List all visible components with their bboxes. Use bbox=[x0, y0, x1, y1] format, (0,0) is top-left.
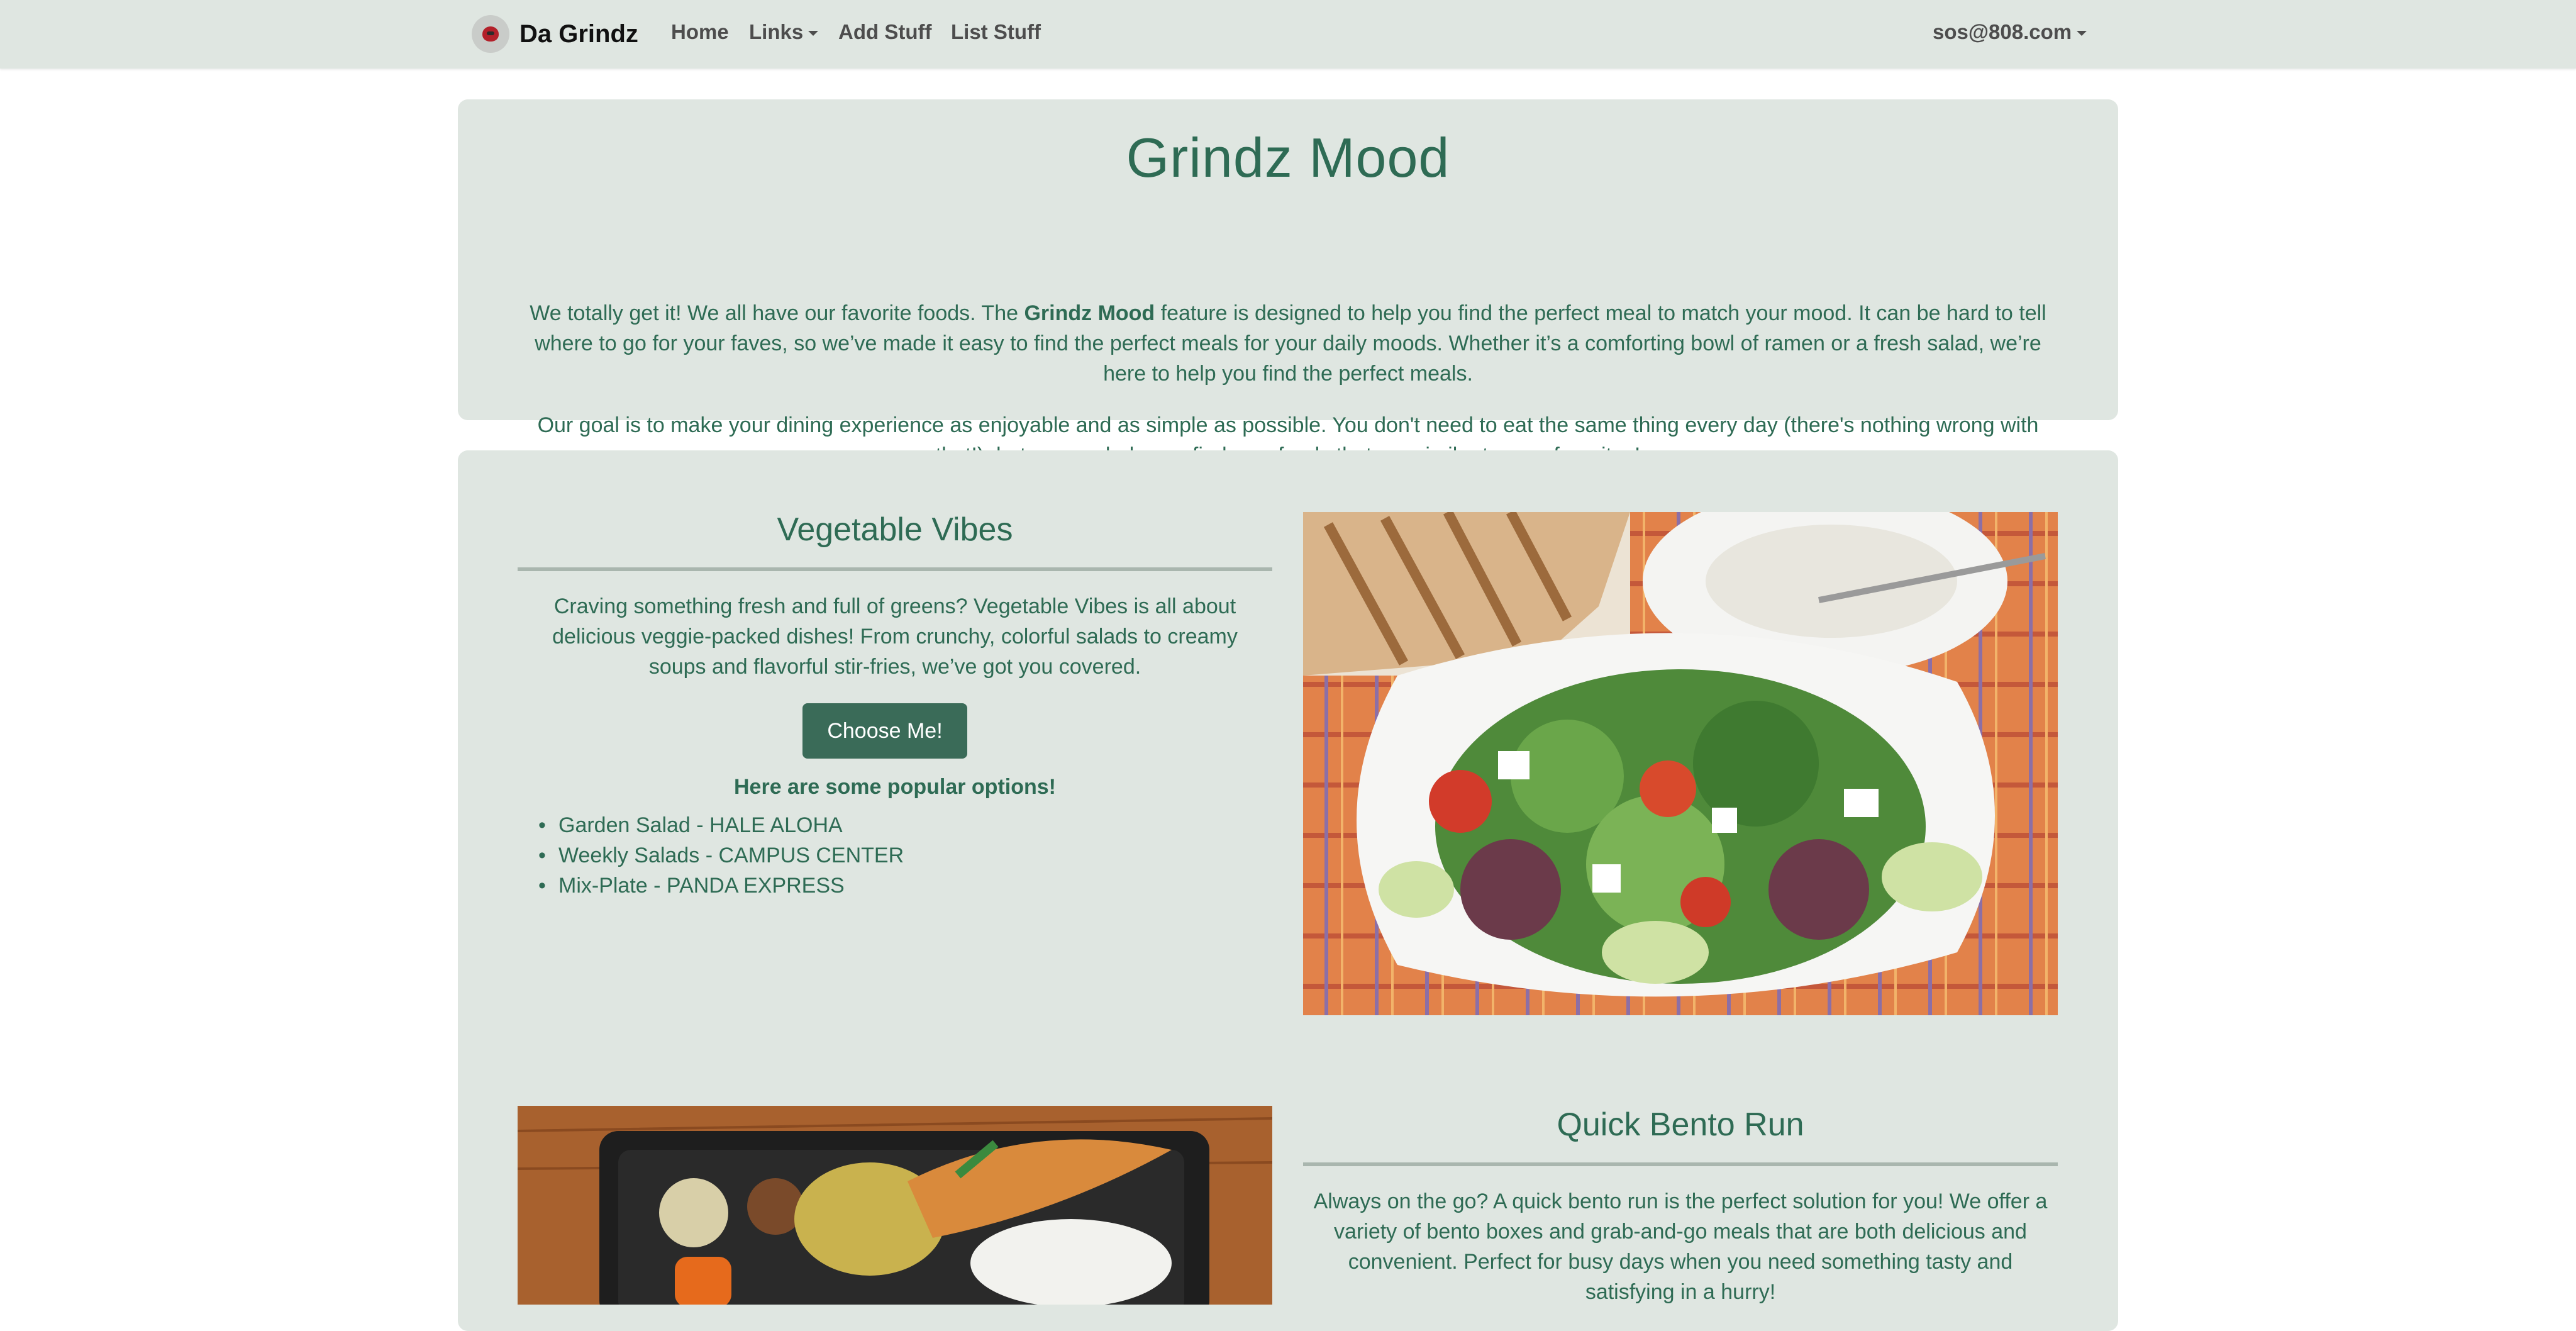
logo-icon bbox=[472, 15, 509, 53]
nav-add-stuff[interactable]: Add Stuff bbox=[838, 20, 931, 44]
intro-paragraph-1: We totally get it! We all have our favor… bbox=[518, 298, 2058, 389]
intro-p1-start: We totally get it! We all have our favor… bbox=[530, 301, 1024, 325]
nav-list-stuff[interactable]: List Stuff bbox=[951, 20, 1041, 44]
bento-image bbox=[518, 1106, 1272, 1305]
nav-home[interactable]: Home bbox=[671, 20, 729, 44]
salad-image bbox=[1303, 512, 2058, 1015]
vegetable-divider bbox=[518, 567, 1272, 571]
user-dropdown[interactable]: sos@808.com bbox=[1933, 20, 2087, 44]
page-title: Grindz Mood bbox=[1126, 126, 1450, 189]
popular-options-list: Garden Salad - HALE ALOHA Weekly Salads … bbox=[538, 810, 904, 901]
brand-link[interactable]: Da Grindz bbox=[472, 14, 638, 54]
nav-links-dropdown[interactable]: Links bbox=[749, 20, 818, 44]
intro-panel: Grindz Mood We totally get it! We all ha… bbox=[458, 99, 2118, 467]
list-item: Mix-Plate - PANDA EXPRESS bbox=[538, 871, 904, 901]
vegetable-title: Vegetable Vibes bbox=[777, 511, 1013, 548]
list-item: Weekly Salads - CAMPUS CENTER bbox=[538, 840, 904, 871]
list-item: Garden Salad - HALE ALOHA bbox=[538, 810, 904, 840]
bento-divider bbox=[1303, 1162, 2058, 1166]
popular-options-heading: Here are some popular options! bbox=[734, 775, 1056, 799]
choose-me-button[interactable]: Choose Me! bbox=[802, 703, 967, 759]
navbar: Da Grindz Home Links Add Stuff List Stuf… bbox=[0, 0, 2576, 69]
vegetable-description: Craving something fresh and full of gree… bbox=[552, 594, 1238, 679]
bento-description: Always on the go? A quick bento run is t… bbox=[1313, 1189, 2048, 1304]
intro-p1-bold: Grindz Mood bbox=[1024, 301, 1155, 325]
nav-links-label: Links bbox=[749, 20, 804, 43]
brand-name: Da Grindz bbox=[519, 19, 638, 48]
user-email: sos@808.com bbox=[1933, 20, 2072, 43]
bento-title: Quick Bento Run bbox=[1557, 1106, 1804, 1143]
